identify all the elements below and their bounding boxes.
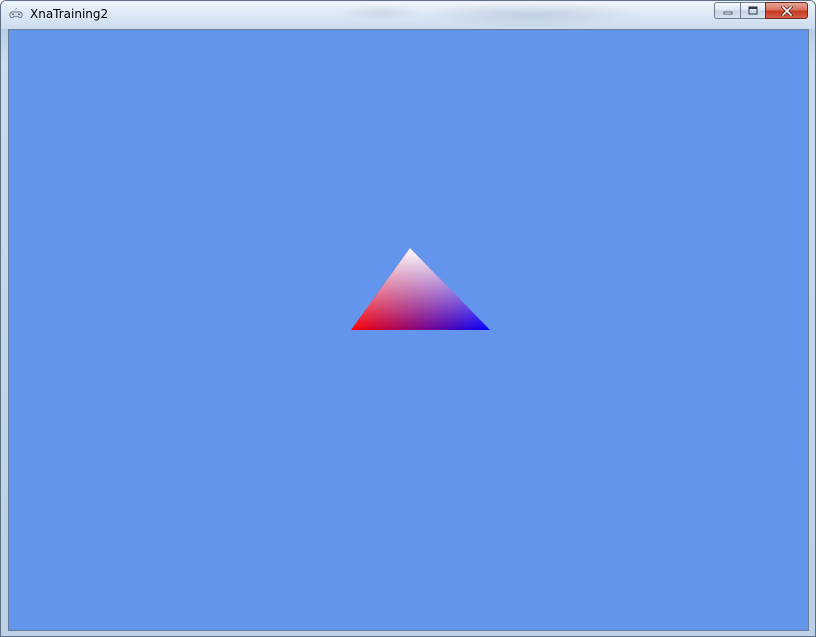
game-viewport[interactable] (8, 29, 809, 631)
application-window: XnaTraining2 (0, 0, 816, 637)
minimize-button[interactable] (714, 2, 740, 19)
close-icon (780, 5, 793, 16)
close-button[interactable] (765, 2, 808, 19)
maximize-button[interactable] (740, 2, 765, 19)
title-bar[interactable]: XnaTraining2 (1, 1, 815, 29)
caption-buttons (714, 2, 808, 20)
xna-controller-icon[interactable] (8, 7, 24, 23)
render-scene (351, 248, 490, 330)
window-title: XnaTraining2 (30, 7, 109, 21)
maximize-icon (748, 6, 758, 15)
triangle-highlight (351, 248, 490, 330)
minimize-icon (723, 11, 732, 14)
